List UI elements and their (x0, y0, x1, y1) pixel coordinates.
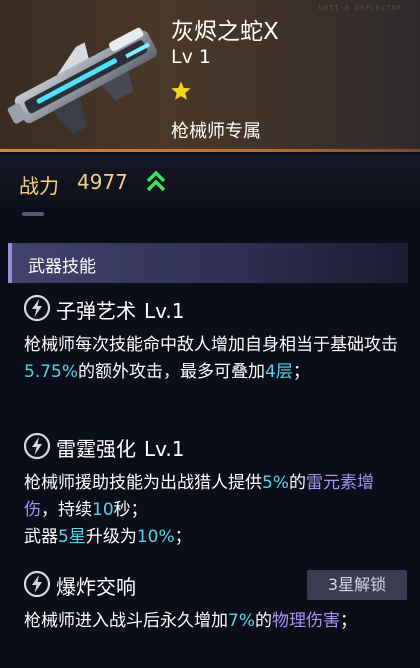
skill-bullet-art: 子弹艺术 Lv.1 枪械师每次技能命中敌人增加自身相当于基础攻击5.75%的额外攻… (0, 292, 420, 386)
lightning-icon (23, 432, 51, 460)
skill-level: Lv.1 (144, 437, 185, 461)
skill-explosion-symphony: 爆炸交响 3星解锁 枪械师进入战斗后永久增加7%的物理伤害； (0, 568, 420, 635)
skill-description: 枪械师援助技能为出战猎人提供5%的雷元素增伤，持续10秒； 武器5星升级为10%； (24, 473, 374, 547)
double-chevron-up-icon (146, 171, 166, 192)
weapon-level: Lv 1 (171, 46, 211, 68)
weapon-name: 灰烬之蛇X (171, 19, 279, 45)
skill-description: 枪械师每次技能命中敌人增加自身相当于基础攻击5.75%的额外攻击，最多可叠加4层… (24, 335, 398, 382)
scroll-indicator[interactable] (22, 212, 44, 216)
lightning-icon (23, 294, 51, 322)
combat-power-row: 战力 4977 (0, 155, 420, 207)
skill-thunder-boost: 雷霆强化 Lv.1 枪械师援助技能为出战猎人提供5%的雷元素增伤，持续10秒； 武器… (0, 430, 420, 551)
star-icon (171, 81, 191, 100)
unlock-requirement-badge: 3星解锁 (307, 570, 407, 600)
skill-level: Lv.1 (144, 299, 185, 323)
skill-description: 枪械师进入战斗后永久增加7%的物理伤害； (24, 611, 357, 631)
decorative-code-text: UNIT-0 DEFLECTOR (318, 4, 402, 12)
weapon-header: UNIT-0 DEFLECTOR 灰烬之蛇X Lv 1 枪械师专属 (0, 0, 420, 152)
weapon-image (7, 27, 158, 135)
skill-name: 雷霆强化 Lv.1 (56, 437, 185, 461)
class-exclusive-tag: 枪械师专属 (171, 121, 261, 142)
star-rating (170, 80, 192, 106)
lightning-icon (23, 570, 51, 598)
power-label: 战力 (19, 174, 59, 198)
section-title: 武器技能 (28, 257, 96, 277)
skill-name: 子弹艺术 Lv.1 (56, 299, 185, 323)
power-value: 4977 (77, 170, 128, 194)
skill-name: 爆炸交响 (56, 575, 136, 599)
weapon-skills-header: 武器技能 (8, 243, 408, 283)
